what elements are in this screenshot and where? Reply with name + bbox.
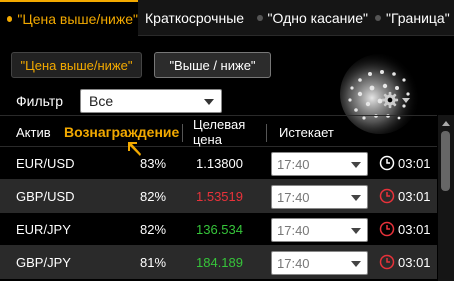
gear-icon[interactable]: [381, 91, 399, 109]
payout-percent: 82%: [140, 222, 167, 237]
clock-icon: [379, 254, 395, 270]
target-price: 184.189: [196, 255, 243, 270]
target-price: 1.13800: [196, 156, 243, 171]
target-price: 1.53519: [196, 189, 243, 204]
filter-label: Фильтр: [16, 93, 64, 109]
tab-price-high-low[interactable]: "Цена выше/ниже": [0, 0, 138, 36]
tab-short-term[interactable]: Краткосрочные: [138, 0, 250, 36]
expiry-value: 17:40: [277, 156, 310, 172]
table-row[interactable]: GBP/JPY 81% 184.189 17:40 03:01: [0, 246, 437, 279]
expiry-select[interactable]: 17:40: [271, 185, 368, 209]
expiry-value: 17:40: [277, 189, 310, 205]
time-remaining: 03:01: [398, 255, 431, 270]
tab-one-touch[interactable]: "Одно касание": [250, 0, 368, 36]
column-header-reward: Вознаграждение: [64, 124, 180, 140]
expiry-value: 17:40: [277, 222, 310, 238]
product-tabs: "Цена выше/ниже" Краткосрочные "Одно кас…: [0, 0, 454, 36]
filter-value: Все: [89, 93, 114, 109]
table-row[interactable]: EUR/USD 83% 1.13800 17:40 03:01: [0, 147, 437, 180]
chevron-down-icon: [351, 228, 361, 234]
expiry-select[interactable]: 17:40: [271, 218, 368, 242]
price-high-low-button[interactable]: "Цена выше/ниже": [11, 52, 142, 78]
asset-name: EUR/USD: [16, 156, 75, 171]
table-row[interactable]: EUR/JPY 82% 136.534 17:40 03:01: [0, 213, 437, 246]
column-header-expires: Истекает: [279, 125, 334, 140]
chevron-down-icon: [351, 195, 361, 201]
asset-name: EUR/JPY: [16, 222, 71, 237]
clock-icon: [379, 221, 395, 237]
tab-boundary[interactable]: "Граница": [368, 0, 454, 36]
payout-percent: 83%: [140, 156, 167, 171]
column-divider: [266, 124, 267, 142]
column-divider: [182, 124, 183, 142]
expiry-select[interactable]: 17:40: [271, 251, 368, 275]
filter-select[interactable]: Все: [80, 89, 222, 113]
scrollbar-thumb[interactable]: [441, 131, 450, 191]
high-low-button[interactable]: "Выше / ниже": [154, 52, 271, 78]
time-remaining: 03:01: [398, 222, 431, 237]
chevron-down-icon: [351, 261, 361, 267]
asset-name: GBP/USD: [16, 189, 75, 204]
payout-percent: 82%: [140, 189, 167, 204]
column-header-target-price-line2: цена: [193, 132, 222, 147]
tab-label: Краткосрочные: [145, 10, 245, 26]
asset-name: GBP/JPY: [16, 255, 71, 270]
tab-label: "Граница": [386, 10, 450, 26]
scroll-up-arrow-icon[interactable]: [442, 121, 450, 126]
tab-bullet-icon: [375, 15, 381, 21]
column-header-asset: Актив: [16, 125, 51, 140]
expiry-select[interactable]: 17:40: [271, 152, 368, 176]
clock-icon: [379, 155, 395, 171]
payout-percent: 81%: [140, 255, 167, 270]
time-remaining: 03:01: [398, 156, 431, 171]
tab-label: "Одно касание": [267, 10, 368, 26]
chevron-down-icon: [204, 99, 214, 105]
tab-bullet-icon: [7, 16, 13, 22]
clock-icon: [379, 188, 395, 204]
column-header-target-price-line1: Целевая: [193, 117, 246, 132]
tab-bullet-icon: [257, 15, 263, 21]
pointer-arrow-icon: [128, 142, 141, 156]
table-header: Актив Вознаграждение Целевая цена Истека…: [0, 115, 437, 147]
time-remaining: 03:01: [398, 189, 431, 204]
table-row[interactable]: GBP/USD 82% 1.53519 17:40 03:01: [0, 180, 437, 213]
vertical-scrollbar[interactable]: [438, 115, 454, 281]
target-price: 136.534: [196, 222, 243, 237]
chevron-down-icon: [351, 162, 361, 168]
tab-label: "Цена выше/ниже": [17, 11, 138, 27]
settings-chevron-down-icon[interactable]: [402, 98, 410, 103]
expiry-value: 17:40: [277, 255, 310, 271]
